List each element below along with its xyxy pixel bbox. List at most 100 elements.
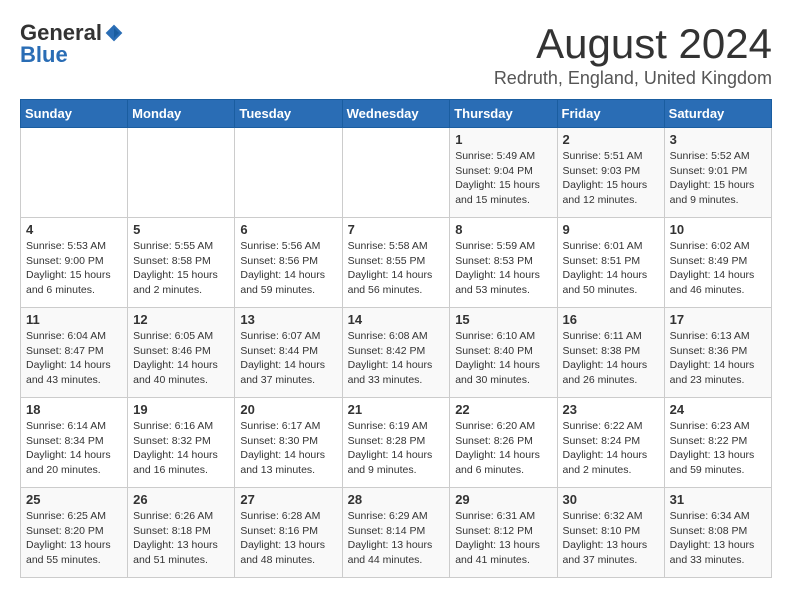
day-number: 1 — [455, 132, 551, 147]
day-number: 3 — [670, 132, 766, 147]
day-info: Daylight: 13 hours and 41 minutes. — [455, 538, 551, 567]
day-number: 8 — [455, 222, 551, 237]
day-info: Sunrise: 5:58 AM — [348, 239, 445, 254]
day-info: Sunset: 8:34 PM — [26, 434, 122, 449]
day-number: 4 — [26, 222, 122, 237]
calendar-cell: 14Sunrise: 6:08 AMSunset: 8:42 PMDayligh… — [342, 308, 450, 398]
header-thursday: Thursday — [450, 100, 557, 128]
calendar-cell: 4Sunrise: 5:53 AMSunset: 9:00 PMDaylight… — [21, 218, 128, 308]
day-info: Daylight: 14 hours and 26 minutes. — [563, 358, 659, 387]
calendar-cell: 15Sunrise: 6:10 AMSunset: 8:40 PMDayligh… — [450, 308, 557, 398]
day-number: 30 — [563, 492, 659, 507]
day-info: Daylight: 14 hours and 33 minutes. — [348, 358, 445, 387]
day-number: 9 — [563, 222, 659, 237]
day-info: Sunrise: 6:16 AM — [133, 419, 229, 434]
day-info: Sunset: 8:53 PM — [455, 254, 551, 269]
day-info: Sunset: 8:47 PM — [26, 344, 122, 359]
day-info: Daylight: 14 hours and 59 minutes. — [240, 268, 336, 297]
day-info: Daylight: 15 hours and 2 minutes. — [133, 268, 229, 297]
header-sunday: Sunday — [21, 100, 128, 128]
day-info: Daylight: 14 hours and 46 minutes. — [670, 268, 766, 297]
day-info: Sunrise: 6:32 AM — [563, 509, 659, 524]
day-number: 17 — [670, 312, 766, 327]
calendar-cell: 3Sunrise: 5:52 AMSunset: 9:01 PMDaylight… — [664, 128, 771, 218]
day-info: Daylight: 14 hours and 40 minutes. — [133, 358, 229, 387]
day-info: Daylight: 14 hours and 20 minutes. — [26, 448, 122, 477]
day-info: Daylight: 14 hours and 6 minutes. — [455, 448, 551, 477]
day-info: Sunrise: 6:19 AM — [348, 419, 445, 434]
day-info: Sunrise: 5:51 AM — [563, 149, 659, 164]
week-row-5: 25Sunrise: 6:25 AMSunset: 8:20 PMDayligh… — [21, 488, 772, 578]
day-info: Sunrise: 6:01 AM — [563, 239, 659, 254]
day-info: Sunrise: 6:07 AM — [240, 329, 336, 344]
day-info: Sunset: 9:01 PM — [670, 164, 766, 179]
day-info: Daylight: 14 hours and 56 minutes. — [348, 268, 445, 297]
day-info: Sunrise: 5:49 AM — [455, 149, 551, 164]
day-info: Daylight: 15 hours and 6 minutes. — [26, 268, 122, 297]
day-number: 28 — [348, 492, 445, 507]
day-info: Sunrise: 6:20 AM — [455, 419, 551, 434]
day-number: 23 — [563, 402, 659, 417]
week-row-1: 1Sunrise: 5:49 AMSunset: 9:04 PMDaylight… — [21, 128, 772, 218]
title-block: August 2024 Redruth, England, United Kin… — [494, 20, 772, 89]
day-info: Sunrise: 5:59 AM — [455, 239, 551, 254]
day-info: Sunrise: 5:55 AM — [133, 239, 229, 254]
day-info: Sunrise: 6:29 AM — [348, 509, 445, 524]
day-info: Daylight: 14 hours and 53 minutes. — [455, 268, 551, 297]
day-info: Sunrise: 6:25 AM — [26, 509, 122, 524]
header-wednesday: Wednesday — [342, 100, 450, 128]
day-number: 5 — [133, 222, 229, 237]
day-info: Sunset: 8:32 PM — [133, 434, 229, 449]
calendar-cell: 21Sunrise: 6:19 AMSunset: 8:28 PMDayligh… — [342, 398, 450, 488]
calendar-cell: 25Sunrise: 6:25 AMSunset: 8:20 PMDayligh… — [21, 488, 128, 578]
day-info: Sunrise: 6:08 AM — [348, 329, 445, 344]
calendar-cell: 30Sunrise: 6:32 AMSunset: 8:10 PMDayligh… — [557, 488, 664, 578]
day-number: 6 — [240, 222, 336, 237]
calendar-cell: 22 Sunrise: 6:20 AMSunset: 8:26 PMDayligh… — [450, 398, 557, 488]
day-number: 22 — [455, 402, 551, 417]
day-info: Sunset: 8:42 PM — [348, 344, 445, 359]
calendar-cell: 23Sunrise: 6:22 AMSunset: 8:24 PMDayligh… — [557, 398, 664, 488]
calendar-cell: 31Sunrise: 6:34 AMSunset: 8:08 PMDayligh… — [664, 488, 771, 578]
day-info: Sunset: 8:14 PM — [348, 524, 445, 539]
calendar-cell — [21, 128, 128, 218]
day-info: Sunset: 8:22 PM — [670, 434, 766, 449]
day-info: Sunset: 8:26 PM — [455, 434, 551, 449]
day-info: Sunset: 8:55 PM — [348, 254, 445, 269]
day-number: 25 — [26, 492, 122, 507]
calendar-cell: 10Sunrise: 6:02 AMSunset: 8:49 PMDayligh… — [664, 218, 771, 308]
day-info: Sunrise: 6:14 AM — [26, 419, 122, 434]
day-info: Daylight: 14 hours and 13 minutes. — [240, 448, 336, 477]
header-saturday: Saturday — [664, 100, 771, 128]
day-info: Sunset: 8:38 PM — [563, 344, 659, 359]
day-number: 15 — [455, 312, 551, 327]
calendar-cell — [342, 128, 450, 218]
logo-icon — [104, 23, 124, 43]
calendar-cell: 26Sunrise: 6:26 AMSunset: 8:18 PMDayligh… — [128, 488, 235, 578]
day-info: Sunrise: 6:05 AM — [133, 329, 229, 344]
day-info: Daylight: 14 hours and 43 minutes. — [26, 358, 122, 387]
week-row-4: 18Sunrise: 6:14 AMSunset: 8:34 PMDayligh… — [21, 398, 772, 488]
day-info: Sunrise: 6:13 AM — [670, 329, 766, 344]
day-info: Daylight: 13 hours and 51 minutes. — [133, 538, 229, 567]
day-info: Sunset: 8:56 PM — [240, 254, 336, 269]
calendar-cell: 18Sunrise: 6:14 AMSunset: 8:34 PMDayligh… — [21, 398, 128, 488]
day-info: Sunset: 8:08 PM — [670, 524, 766, 539]
day-info: Sunset: 8:49 PM — [670, 254, 766, 269]
day-number: 20 — [240, 402, 336, 417]
week-row-3: 11Sunrise: 6:04 AMSunset: 8:47 PMDayligh… — [21, 308, 772, 398]
calendar-cell — [128, 128, 235, 218]
calendar-cell: 9Sunrise: 6:01 AMSunset: 8:51 PMDaylight… — [557, 218, 664, 308]
logo-blue: Blue — [20, 42, 68, 68]
main-title: August 2024 — [494, 20, 772, 68]
day-number: 24 — [670, 402, 766, 417]
day-info: Daylight: 13 hours and 55 minutes. — [26, 538, 122, 567]
header-tuesday: Tuesday — [235, 100, 342, 128]
day-info: Sunrise: 6:04 AM — [26, 329, 122, 344]
day-info: Sunrise: 6:22 AM — [563, 419, 659, 434]
day-info: Sunrise: 6:34 AM — [670, 509, 766, 524]
day-number: 16 — [563, 312, 659, 327]
day-info: Daylight: 14 hours and 16 minutes. — [133, 448, 229, 477]
day-info: Sunrise: 6:26 AM — [133, 509, 229, 524]
calendar-cell: 7Sunrise: 5:58 AMSunset: 8:55 PMDaylight… — [342, 218, 450, 308]
